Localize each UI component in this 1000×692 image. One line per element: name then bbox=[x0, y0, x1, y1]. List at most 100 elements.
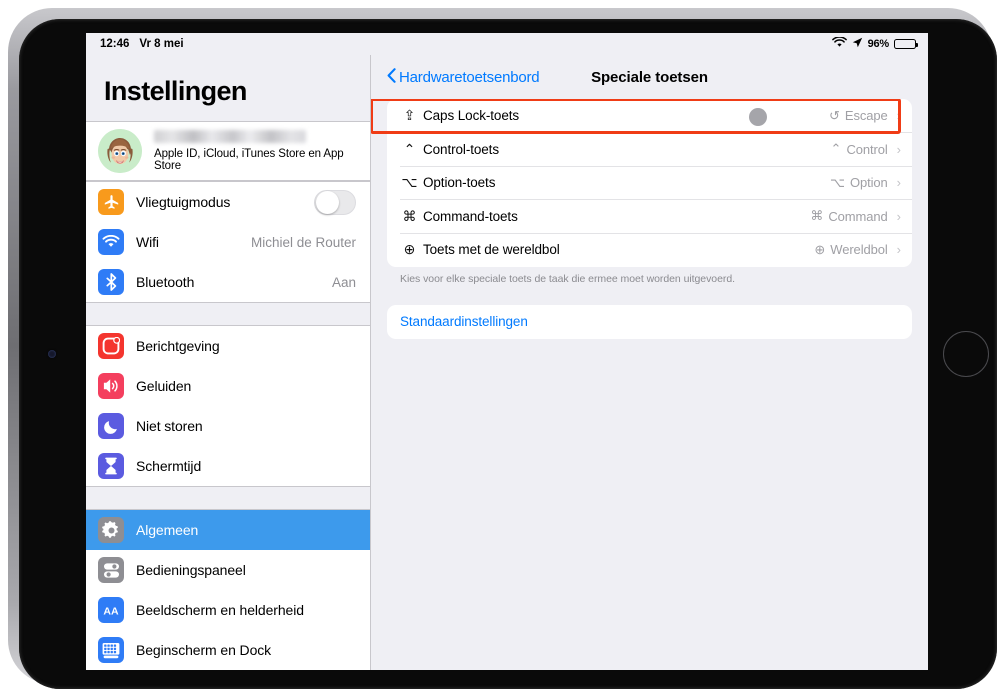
special-key-value: Escape bbox=[844, 108, 888, 124]
sidebar-item-label: Niet storen bbox=[136, 418, 203, 434]
home-screen-icon bbox=[98, 637, 124, 663]
status-bar: 12:46 Vr 8 mei 96% bbox=[86, 33, 928, 55]
sidebar-group: Vliegtuigmodus Wifi Michiel de Router Bluet… bbox=[86, 181, 370, 303]
status-date: Vr 8 mei bbox=[139, 38, 184, 50]
page-title: Instellingen bbox=[104, 76, 247, 106]
special-key-value-icon: ⌥ bbox=[829, 174, 845, 190]
account-text: Apple ID, iCloud, iTunes Store en App St… bbox=[154, 130, 356, 172]
special-key-value-group: ⌘ Command › bbox=[810, 208, 901, 224]
svg-text:AA: AA bbox=[103, 605, 119, 617]
sidebar-item-label: Bedieningspaneel bbox=[136, 562, 246, 578]
sidebar-item-label: Beeldscherm en helderheid bbox=[136, 602, 304, 618]
sidebar-item-beginscherm-en-dock[interactable]: Beginscherm en Dock bbox=[86, 630, 370, 670]
special-key-label: Control-toets bbox=[423, 141, 499, 157]
ipad-screen: 12:46 Vr 8 mei 96% Instellingen Apple ID… bbox=[86, 33, 928, 670]
battery-percent: 96% bbox=[867, 38, 890, 50]
account-group: Apple ID, iCloud, iTunes Store en App St… bbox=[86, 121, 370, 181]
sidebar-groups[interactable]: Vliegtuigmodus Wifi Michiel de Router Bluet… bbox=[86, 181, 370, 670]
sidebar-item-bluetooth[interactable]: Bluetooth Aan bbox=[86, 262, 370, 302]
sidebar-item-schermtijd[interactable]: Schermtijd bbox=[86, 446, 370, 486]
display-aa-icon: AA bbox=[98, 597, 124, 623]
sidebar-item-vliegtuigmodus[interactable]: Vliegtuigmodus bbox=[86, 182, 370, 222]
special-key-row-caps-lock[interactable]: ⇪ Caps Lock-toets ↺ Escape › bbox=[387, 99, 912, 133]
special-key-value-group: ⊕ Wereldbol › bbox=[814, 242, 901, 258]
status-time: 12:46 bbox=[100, 38, 130, 50]
special-key-row-globe-key[interactable]: ⊕ Toets met de wereldbol ⊕ Wereldbol › bbox=[387, 233, 912, 267]
back-button[interactable]: Hardwaretoetsenbord bbox=[387, 67, 540, 87]
sidebar-item-label: Bluetooth bbox=[136, 274, 195, 290]
defaults-card[interactable]: Standaardinstellingen bbox=[387, 304, 912, 339]
bluetooth-icon bbox=[98, 269, 124, 295]
sidebar-item-label: Wifi bbox=[136, 234, 159, 250]
chevron-right-icon: › bbox=[896, 175, 901, 191]
sidebar-item-beeldscherm-en-helderheid[interactable]: AA Beeldscherm en helderheid bbox=[86, 590, 370, 630]
back-button-label: Hardwaretoetsenbord bbox=[399, 68, 540, 86]
sidebar-item-label: Berichtgeving bbox=[136, 338, 220, 354]
special-key-label: Option-toets bbox=[423, 175, 496, 191]
special-key-value-group: ⌃ Control › bbox=[831, 141, 901, 157]
sidebar-group: Algemeen Bedieningspaneel AA Beeldscherm en… bbox=[86, 509, 370, 670]
memoji-avatar bbox=[98, 129, 142, 173]
special-key-value-icon: ↺ bbox=[828, 107, 840, 123]
sidebar-item-berichtgeving[interactable]: Berichtgeving bbox=[86, 326, 370, 366]
ipad-device-frame: 12:46 Vr 8 mei 96% Instellingen Apple ID… bbox=[8, 8, 997, 689]
control-center-icon bbox=[98, 557, 124, 583]
command-key-icon: ⌘ bbox=[402, 207, 417, 224]
globe-key-icon: ⊕ bbox=[403, 241, 416, 258]
chevron-right-icon: › bbox=[896, 108, 901, 124]
chevron-left-icon bbox=[387, 67, 396, 87]
special-key-row-option-key[interactable]: ⌥ Option-toets ⌥ Option › bbox=[387, 166, 912, 200]
speaker-icon bbox=[98, 373, 124, 399]
special-key-label: Toets met de wereldbol bbox=[423, 242, 560, 258]
sidebar-item-niet-storen[interactable]: Niet storen bbox=[86, 406, 370, 446]
sidebar-item-label: Vliegtuigmodus bbox=[136, 194, 231, 210]
battery-icon bbox=[894, 38, 918, 50]
special-key-value-group: ⌥ Option › bbox=[830, 175, 901, 191]
navigation-bar: Hardwaretoetsenbord Speciale toetsen bbox=[371, 55, 928, 99]
special-key-value: Control bbox=[846, 141, 888, 157]
special-key-row-command-key[interactable]: ⌘ Command-toets ⌘ Command › bbox=[387, 200, 912, 233]
wifi-icon bbox=[831, 36, 847, 51]
account-subtitle: Apple ID, iCloud, iTunes Store en App St… bbox=[154, 148, 344, 172]
special-key-label: Command-toets bbox=[423, 208, 518, 224]
special-key-value: Wereldbol bbox=[830, 242, 888, 258]
sidebar-item-value: Aan bbox=[331, 274, 356, 290]
pointer-cursor bbox=[749, 108, 767, 126]
moon-icon bbox=[98, 413, 124, 439]
detail-pane: Hardwaretoetsenbord Speciale toetsen ⇪ Ca… bbox=[371, 55, 928, 670]
account-name-redacted bbox=[154, 130, 306, 143]
footnote-text: Kies voor elke speciale toets de taak di… bbox=[400, 272, 735, 285]
sidebar-item-apple-id[interactable]: Apple ID, iCloud, iTunes Store en App St… bbox=[86, 122, 370, 180]
hourglass-icon bbox=[98, 453, 124, 479]
airplane-mode-toggle[interactable] bbox=[314, 189, 356, 215]
front-camera-icon bbox=[48, 350, 56, 358]
chevron-right-icon: › bbox=[896, 208, 901, 224]
settings-sidebar[interactable]: Instellingen Apple ID, iCloud, iTunes St… bbox=[86, 55, 371, 670]
sidebar-item-value: Michiel de Router bbox=[250, 234, 356, 250]
sidebar-item-algemeen[interactable]: Algemeen bbox=[86, 510, 370, 550]
option-key-icon: ⌥ bbox=[401, 174, 418, 191]
location-arrow-icon bbox=[852, 37, 863, 51]
special-key-value-group: ↺ Escape › bbox=[829, 108, 901, 124]
special-key-value: Option bbox=[849, 175, 888, 191]
special-keys-card[interactable]: ⇪ Caps Lock-toets ↺ Escape › ⌃ Control-toets ⌃ C… bbox=[387, 99, 912, 267]
sidebar-item-bedieningspaneel[interactable]: Bedieningspaneel bbox=[86, 550, 370, 590]
sidebar-item-wifi[interactable]: Wifi Michiel de Router bbox=[86, 222, 370, 262]
special-key-value-icon: ⊕ bbox=[814, 241, 826, 257]
sidebar-item-geluiden[interactable]: Geluiden bbox=[86, 366, 370, 406]
wifi-icon bbox=[98, 229, 124, 255]
home-button[interactable] bbox=[943, 331, 989, 377]
gear-icon bbox=[98, 517, 124, 543]
airplane-icon bbox=[98, 189, 124, 215]
split-view: Instellingen Apple ID, iCloud, iTunes St… bbox=[86, 55, 928, 670]
detail-body: ⇪ Caps Lock-toets ↺ Escape › ⌃ Control-toets ⌃ C… bbox=[371, 99, 928, 670]
sidebar-item-label: Beginscherm en Dock bbox=[136, 642, 272, 658]
status-bar-left: 12:46 Vr 8 mei bbox=[100, 38, 184, 50]
special-key-value: Command bbox=[828, 208, 888, 224]
reset-defaults-button[interactable]: Standaardinstellingen bbox=[387, 305, 912, 339]
special-key-value-icon: ⌃ bbox=[830, 141, 842, 157]
special-key-row-control-key[interactable]: ⌃ Control-toets ⌃ Control › bbox=[387, 133, 912, 166]
notifications-icon bbox=[98, 333, 124, 359]
control-key-icon: ⌃ bbox=[403, 140, 416, 157]
